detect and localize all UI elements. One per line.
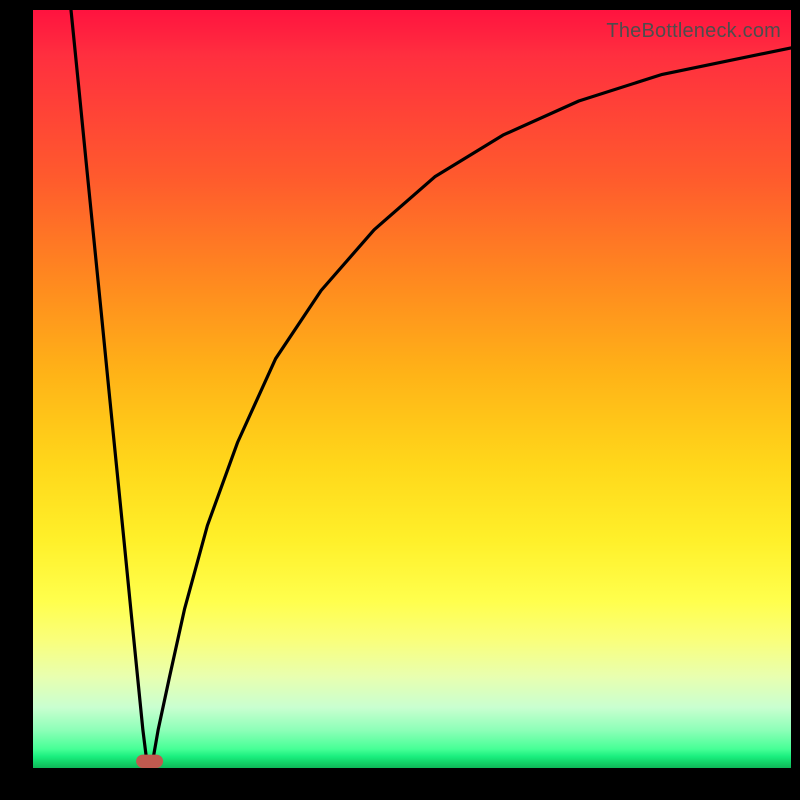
min-marker [136, 755, 163, 768]
chart-frame: TheBottleneck.com [0, 0, 800, 800]
attribution-label: TheBottleneck.com [606, 20, 781, 43]
chart-plot-area: TheBottleneck.com [33, 10, 791, 768]
chart-svg [33, 10, 791, 768]
chart-curve [71, 10, 791, 768]
